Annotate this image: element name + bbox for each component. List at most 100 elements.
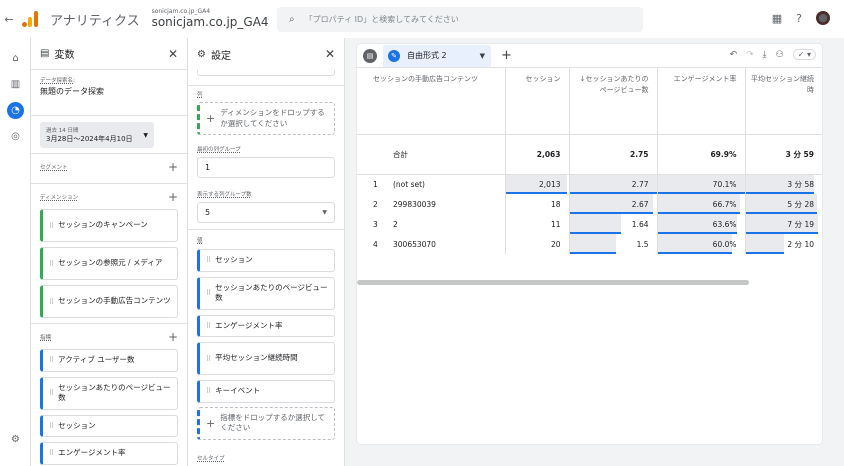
add-metric-plus-icon[interactable]: + [168, 330, 178, 344]
cell-duration: 2 分 10 [745, 234, 822, 254]
column-header-pageviews-per-session[interactable]: ↓セッションあたりのページビュー数 [569, 68, 658, 135]
cell-heat-bar [569, 214, 621, 234]
home-icon[interactable]: ⌂ [7, 50, 24, 67]
avatar[interactable]: ● [816, 11, 830, 25]
drag-handle-icon[interactable]: ⠿ [49, 356, 54, 364]
cell-value: 66.7% [712, 199, 737, 209]
columns-drop-zone[interactable]: + ディメンションをドロップするか選択してください [197, 102, 335, 135]
share-user-icon[interactable]: ⚇ [776, 50, 784, 60]
exploration-name-field[interactable]: 無題のデータ探索 [40, 86, 178, 97]
first-group-input[interactable]: 1 [197, 157, 335, 178]
tab-freeform[interactable]: ✎ 自由形式 2 ▼ [383, 44, 491, 67]
cell-heat-bar [569, 234, 617, 254]
row-dimension-cell[interactable]: 4 300653070 [357, 234, 506, 254]
date-preset: 過去 14 日間 [46, 128, 79, 134]
cell-ppv: 1.5 [569, 234, 658, 254]
totals-duration: 3 分 59 [745, 134, 822, 175]
groups-count-select[interactable]: 5 ▼ [197, 202, 335, 223]
dimension-chip[interactable]: ⠿ セッションの参照元 / メディア [40, 247, 178, 280]
column-header-engagement-rate[interactable]: エンゲージメント率 [657, 68, 746, 135]
dimension-chip[interactable]: ⠿ セッションのキャンペーン [40, 209, 178, 242]
cell-bar-line [569, 252, 617, 254]
column-header-sessions[interactable]: セッション [505, 68, 570, 135]
drag-handle-icon[interactable]: ⠿ [206, 322, 211, 330]
arrow-back-icon[interactable]: ← [0, 13, 18, 26]
metric-chip[interactable]: ⠿ セッション [40, 414, 178, 437]
property-selector[interactable]: sonicjam.co.jp_GA4 sonicjam.co.jp_GA4 [152, 9, 269, 29]
tabs-overview-icon[interactable]: ▤ [363, 48, 377, 63]
drag-handle-icon[interactable]: ⠿ [49, 260, 54, 268]
drag-handle-icon[interactable]: ⠿ [206, 256, 211, 264]
cell-bar-line [745, 252, 784, 254]
column-header-dimension[interactable]: セッションの手動広告コンテンツ [357, 68, 506, 135]
reports-icon[interactable]: ▥ [7, 76, 24, 93]
totals-label: 合計 [357, 134, 506, 175]
row-dimension-cell[interactable]: 1 (not set) [357, 174, 506, 194]
help-icon[interactable]: ? [796, 12, 802, 25]
status-check-icon[interactable]: ✓ ▾ [792, 49, 816, 60]
drag-handle-icon[interactable]: ⠿ [206, 387, 211, 395]
search-bar[interactable]: ⌕ 「プロパティ ID」と検索してみてください [277, 7, 643, 32]
settings-gear-icon: ⚙ [197, 48, 206, 60]
row-dimension-value: 2 [393, 219, 398, 229]
drag-handle-icon[interactable]: ⠿ [49, 298, 54, 306]
value-chip[interactable]: ⠿ セッションあたりのページビュー数 [197, 276, 335, 310]
cell-sessions: 2,013 [505, 174, 570, 194]
drag-handle-icon[interactable]: ⠿ [206, 355, 211, 363]
cell-value: 5 分 28 [787, 199, 814, 209]
cell-bar-line [657, 252, 733, 254]
explore-icon[interactable]: ◔ [7, 102, 24, 119]
app-name: アナリティクス [50, 13, 140, 29]
close-icon[interactable]: ✕ [168, 47, 178, 61]
download-icon[interactable]: ⤓ [763, 50, 767, 60]
table-row[interactable]: 2 299830039 18 2.67 66.7% 5 分 28 [357, 194, 822, 214]
add-dimension-plus-icon[interactable]: + [168, 190, 178, 204]
drag-handle-icon[interactable]: ⠿ [49, 422, 54, 430]
variables-icon: ▤ [40, 48, 50, 59]
horizontal-scrollbar[interactable] [357, 280, 749, 285]
drag-handle-icon[interactable]: ⠿ [49, 222, 54, 230]
value-chip[interactable]: ⠿ エンゲージメント率 [197, 314, 335, 337]
settings-panel: ⚙ 設定 ✕ 列 + ディメンションをドロップするか選択してください 最初の列グ… [188, 38, 345, 466]
add-segment-plus-icon[interactable]: + [168, 160, 178, 174]
rows-drop-zone[interactable] [197, 70, 335, 76]
values-label: 値 [197, 238, 203, 244]
row-dimension-value: 300653070 [393, 239, 436, 249]
values-drop-zone[interactable]: + 指標をドロップするか選択してください [197, 406, 335, 440]
dimension-chip[interactable]: ⠿ セッションの手動広告コンテンツ [40, 285, 178, 318]
cell-duration: 5 分 28 [745, 194, 822, 214]
cell-value: 1.64 [631, 219, 649, 229]
row-number: 1 [373, 179, 378, 189]
close-icon[interactable]: ✕ [325, 47, 335, 61]
value-chip[interactable]: ⠿ セッション [197, 249, 335, 272]
row-number: 2 [373, 199, 378, 209]
edit-pencil-icon[interactable]: ✎ [388, 49, 400, 62]
table-row[interactable]: 3 2 11 1.64 63.6% 7 分 19 [357, 214, 822, 234]
value-chip[interactable]: ⠿ 平均セッション継続時間 [197, 342, 335, 375]
cell-type-label: セルタイプ [197, 455, 225, 462]
variables-panel: ▤ 変数 ✕ データ探索名: 無題のデータ探索 過去 14 日間 3月28日～2… [31, 38, 188, 466]
admin-gear-icon[interactable]: ⚙ [7, 431, 24, 448]
redo-icon[interactable]: ↷ [746, 50, 754, 60]
table-row[interactable]: 4 300653070 20 1.5 60.0% 2 分 10 [357, 234, 822, 254]
apps-grid-icon[interactable]: ▦ [772, 12, 782, 25]
metric-chip[interactable]: ⠿ エンゲージメント率 [40, 442, 178, 465]
metric-chip[interactable]: ⠿ セッションあたりのページビュー数 [40, 376, 178, 410]
column-header-avg-duration[interactable]: 平均セッション継続時 [745, 68, 822, 135]
add-tab-plus-icon[interactable]: + [501, 48, 512, 63]
metric-chip[interactable]: ⠿ アクティブ ユーザー数 [40, 349, 178, 372]
cell-engagement: 66.7% [657, 194, 746, 214]
data-table: セッションの手動広告コンテンツ セッション ↓セッションあたりのページビュー数 … [357, 68, 822, 254]
table-row[interactable]: 1 (not set) 2,013 2.77 70.1% 3 分 58 [357, 174, 822, 194]
drag-handle-icon[interactable]: ⠿ [49, 449, 54, 457]
drag-handle-icon[interactable]: ⠿ [206, 289, 211, 297]
advertising-icon[interactable]: ◎ [7, 128, 24, 145]
value-chip[interactable]: ⠿ キーイベント [197, 380, 335, 403]
row-dimension-cell[interactable]: 2 299830039 [357, 194, 506, 214]
date-range-picker[interactable]: 過去 14 日間 3月28日～2024年4月10日 ▼ [40, 122, 154, 148]
date-range: 3月28日～2024年4月10日 [46, 135, 133, 143]
drag-handle-icon[interactable]: ⠿ [49, 389, 54, 397]
row-dimension-cell[interactable]: 32 [357, 214, 506, 234]
dropdown-arrow-icon[interactable]: ▼ [480, 52, 485, 60]
undo-icon[interactable]: ↶ [730, 50, 738, 60]
